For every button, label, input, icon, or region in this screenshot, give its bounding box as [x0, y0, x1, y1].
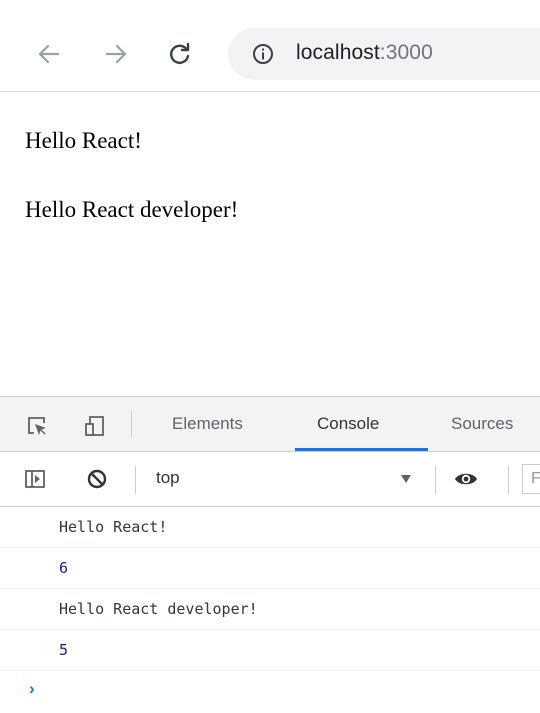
eye-icon[interactable] [453, 468, 479, 490]
context-selector-value: top [156, 468, 180, 487]
console-message-text: Hello React developer! [59, 600, 258, 618]
tab-elements[interactable]: Elements [172, 414, 243, 434]
console-message: Hello React! [0, 507, 540, 548]
url-port: :3000 [379, 41, 433, 64]
console-message: 6 [0, 548, 540, 589]
console-message-text: 6 [59, 559, 69, 577]
tab-console[interactable]: Console [317, 414, 379, 434]
arrow-left-icon [38, 44, 60, 64]
console-message: 5 [0, 630, 540, 671]
toolbar-divider [435, 466, 436, 494]
console-log: Hello React! 6 Hello React developer! 5 … [0, 507, 540, 713]
arrow-right-icon [105, 44, 127, 64]
console-message: Hello React developer! [0, 589, 540, 630]
browser-toolbar: localhost:3000 [0, 14, 540, 92]
device-toolbar-icon[interactable] [84, 415, 106, 437]
reload-button[interactable] [165, 39, 195, 69]
active-tab-indicator [295, 448, 428, 451]
back-button[interactable] [34, 39, 64, 69]
page-content: Hello React! Hello React developer! [0, 92, 540, 396]
address-bar[interactable]: localhost:3000 [228, 28, 540, 80]
forward-button[interactable] [101, 39, 131, 69]
console-message-text: 5 [59, 641, 69, 659]
reload-icon [170, 42, 190, 64]
toolbar-divider [508, 466, 509, 494]
inspect-element-icon[interactable] [26, 415, 48, 437]
url-host: localhost [296, 41, 380, 64]
toolbar-divider [135, 466, 136, 494]
console-prompt-icon[interactable]: › [29, 679, 35, 699]
window-top-margin [0, 0, 540, 14]
tab-sources[interactable]: Sources [451, 414, 513, 434]
toolbar-divider [131, 411, 132, 437]
dropdown-arrow-icon [401, 475, 411, 483]
console-toolbar: top F [0, 452, 540, 507]
console-message-text: Hello React! [59, 518, 168, 536]
page-text-line: Hello React developer! [25, 197, 239, 222]
devtools-tab-bar: Elements Console Sources [0, 396, 540, 452]
clear-console-icon[interactable] [86, 468, 108, 490]
url-text: localhost:3000 [296, 41, 433, 65]
page-text-line: Hello React! [25, 128, 142, 153]
filter-input[interactable]: F [522, 464, 540, 494]
context-selector[interactable]: top [152, 462, 422, 496]
show-sidebar-icon[interactable] [24, 468, 46, 490]
filter-placeholder: F [531, 470, 540, 487]
info-icon[interactable] [252, 43, 274, 65]
